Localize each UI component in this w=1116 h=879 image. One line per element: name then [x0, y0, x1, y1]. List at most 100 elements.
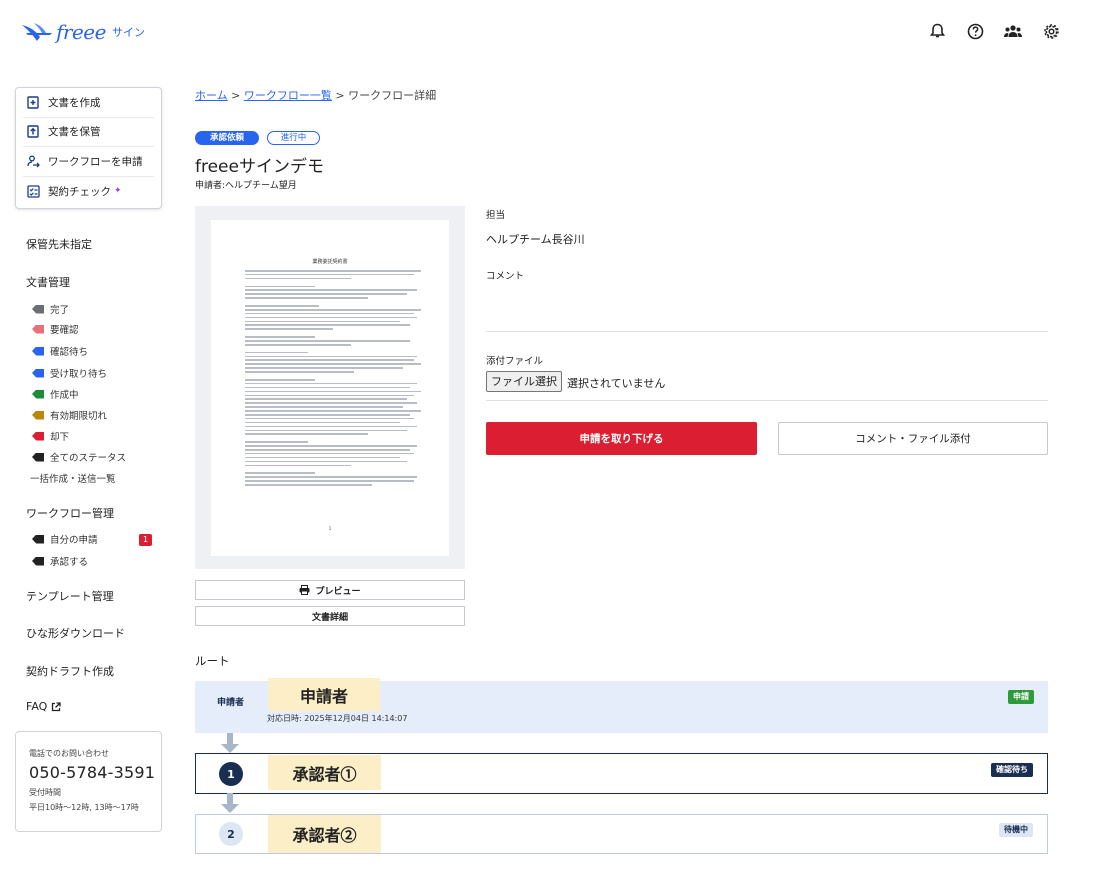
logo-subtext: サイン [111, 26, 145, 39]
tag-icon [32, 410, 44, 420]
freee-sign-logo[interactable]: freee サイン [20, 19, 145, 45]
sidebar-unassigned[interactable]: 保管先未指定 [26, 236, 92, 252]
doc-plus-icon [26, 95, 40, 109]
external-link-icon [52, 701, 61, 711]
comment-attach-button[interactable]: コメント・ファイル添付 [778, 422, 1048, 455]
status-drafting[interactable]: 作成中 [32, 387, 79, 401]
route-step-approver-2: 2 承認者② 待機中 [195, 814, 1048, 854]
status-label: 作成中 [50, 390, 79, 401]
status-label: 有効期限切れ [50, 411, 108, 422]
tag-icon [32, 431, 44, 441]
sidebar-workflow-management[interactable]: ワークフロー管理 [26, 505, 114, 521]
assignee-label: 担当 [486, 210, 506, 221]
status-waiting-confirm[interactable]: 確認待ち [32, 344, 88, 358]
text-line [245, 386, 411, 389]
status-label: 全てのステータス [50, 453, 127, 464]
text-line [245, 305, 319, 307]
sidebar-contract-draft[interactable]: 契約ドラフト作成 [26, 663, 114, 679]
tag-icon [32, 368, 44, 378]
contact-hours: 平日10時〜12時, 13時〜17時 [29, 803, 139, 812]
text-line [245, 382, 418, 385]
text-line [245, 433, 369, 435]
text-line [245, 328, 333, 330]
status-label: 完了 [50, 305, 70, 316]
store-document-label: 文書を保管 [48, 126, 101, 139]
text-line [245, 448, 411, 451]
tag-icon [32, 324, 44, 334]
contract-check-label: 契約チェック [48, 185, 111, 198]
team-icon[interactable] [1004, 22, 1022, 40]
workflow-approve[interactable]: 承認する [32, 554, 88, 568]
pending-status-badge: 待機中 [999, 823, 1033, 837]
route-title: ルート [195, 654, 230, 668]
comment-label: コメント [486, 271, 525, 282]
status-expired[interactable]: 有効期限切れ [32, 408, 107, 422]
text-line [245, 452, 414, 455]
route-arrow-icon [221, 793, 239, 813]
divider [486, 331, 1048, 332]
page-title: freeeサインデモ [195, 157, 324, 177]
preview-button[interactable]: プレビュー [195, 580, 465, 600]
sidebar-faq-link[interactable]: FAQ [26, 700, 61, 713]
status-waiting-receive[interactable]: 受け取り待ち [32, 366, 107, 380]
document-preview[interactable]: 業務委託契約書 1 [195, 206, 465, 569]
assignee-value: ヘルプチーム長谷川 [486, 233, 585, 246]
create-document-button[interactable]: 文書を作成 [23, 88, 154, 118]
status-needs-check[interactable]: 要確認 [32, 322, 79, 336]
sidebar-document-management[interactable]: 文書管理 [26, 274, 70, 290]
help-icon[interactable] [966, 22, 984, 40]
text-line [245, 483, 372, 486]
no-file-text: 選択されていません [567, 377, 666, 390]
tag-icon [32, 556, 44, 566]
workflow-my-requests[interactable]: 自分の申請 [32, 532, 98, 546]
divider [486, 400, 1048, 401]
attachment-label: 添付ファイル [486, 356, 544, 367]
document-details-button[interactable]: 文書詳細 [195, 606, 465, 626]
status-label: 受け取り待ち [50, 369, 108, 380]
text-line [245, 351, 309, 354]
sidebar-template-download[interactable]: ひな形ダウンロード [26, 625, 125, 641]
status-all[interactable]: 全てのステータス [32, 450, 126, 464]
text-line [245, 277, 351, 280]
status-complete[interactable]: 完了 [32, 302, 69, 316]
text-line [245, 359, 414, 362]
approver-1-number: 1 [219, 762, 243, 786]
apply-workflow-button[interactable]: ワークフローを申請 [23, 147, 154, 177]
text-line [245, 378, 316, 381]
breadcrumb-workflow-list[interactable]: ワークフロー一覧 [244, 89, 332, 102]
approver-2-number: 2 [219, 822, 243, 846]
text-line [245, 270, 421, 272]
file-select-button[interactable]: ファイル選択 [486, 371, 562, 392]
breadcrumb-home[interactable]: ホーム [195, 89, 228, 102]
breadcrumb-separator: > [231, 89, 241, 102]
text-line [245, 410, 421, 412]
applicant-action-date: 対応日時: 2025年12月04日 14:14:07 [267, 714, 408, 723]
sidebar-bulk-list[interactable]: 一括作成・送信一覧 [30, 471, 116, 485]
text-line [245, 464, 351, 467]
logo-text: freee [56, 20, 106, 44]
contact-hours-label: 受付時間 [29, 788, 61, 797]
text-line [245, 320, 400, 323]
text-line [245, 308, 421, 311]
text-line [245, 273, 414, 276]
contract-check-button[interactable]: 契約チェック ✦ [23, 177, 154, 207]
text-line [245, 394, 414, 397]
breadcrumb: ホーム > ワークフロー一覧 > ワークフロー詳細 [195, 87, 436, 103]
my-requests-count-badge: 1 [139, 534, 152, 546]
route-step-approver-1: 1 承認者① 確認待ち [195, 753, 1048, 794]
contact-phone: 050-5784-3591 [29, 763, 156, 782]
document-page-thumbnail: 業務委託契約書 1 [211, 220, 449, 556]
status-rejected[interactable]: 却下 [32, 429, 69, 443]
page-heading: 業務委託契約書 [312, 259, 348, 265]
text-line [245, 371, 355, 373]
printer-icon [299, 585, 310, 595]
bell-icon[interactable] [928, 22, 946, 40]
applicant-step-label: 申請者 [217, 698, 245, 708]
text-line [245, 312, 414, 315]
withdraw-request-button[interactable]: 申請を取り下げる [486, 422, 757, 455]
gear-icon[interactable] [1042, 22, 1060, 40]
store-document-button[interactable]: 文書を保管 [23, 118, 154, 147]
sidebar-template-management[interactable]: テンプレート管理 [26, 588, 114, 604]
text-line [245, 367, 404, 369]
text-line [245, 480, 414, 482]
